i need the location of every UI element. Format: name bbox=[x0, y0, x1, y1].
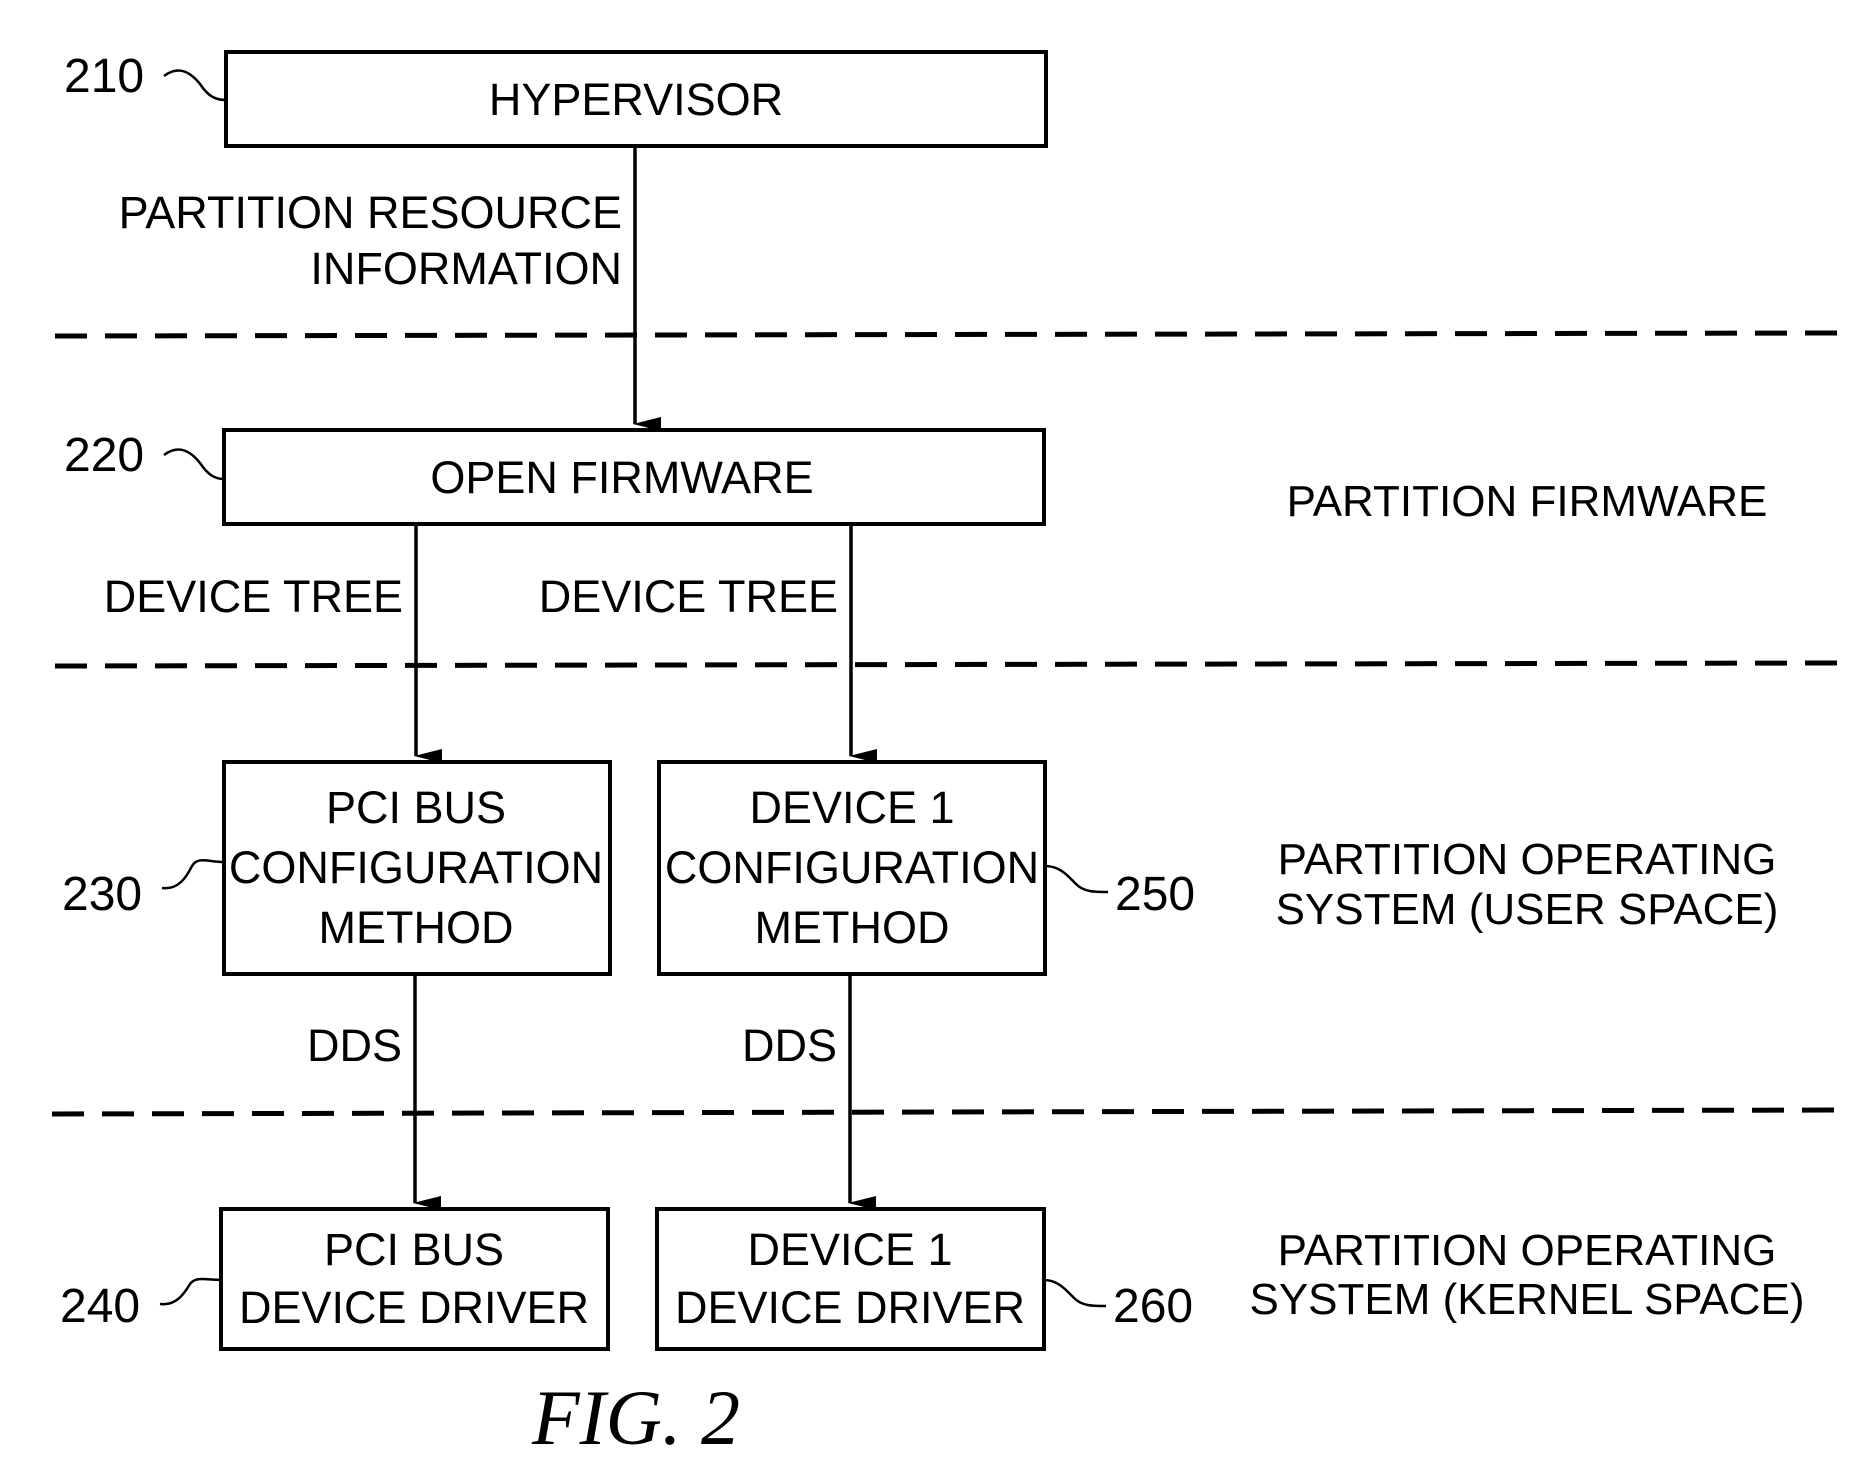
region-label-user-space-line-2: SYSTEM (USER SPACE) bbox=[1276, 885, 1779, 934]
pci-bus-driver-label-line-1: PCI BUS bbox=[324, 1224, 504, 1275]
device1-driver-label-line-2: DEVICE DRIVER bbox=[675, 1282, 1025, 1333]
device1-config-label-line-1: DEVICE 1 bbox=[749, 782, 954, 833]
hypervisor-label: HYPERVISOR bbox=[489, 74, 783, 125]
ref-number: 210 bbox=[64, 50, 144, 103]
region-label-kernel-space-line-2: SYSTEM (KERNEL SPACE) bbox=[1249, 1275, 1804, 1324]
open-firmware-node: OPEN FIRMWARE bbox=[222, 428, 1046, 526]
pci-bus-config-label-line-1: PCI BUS bbox=[326, 782, 506, 833]
ref-number: 250 bbox=[1115, 868, 1195, 921]
hypervisor-node: HYPERVISOR bbox=[224, 50, 1048, 148]
ref-number: 260 bbox=[1113, 1280, 1193, 1333]
edge-label-information: INFORMATION bbox=[310, 243, 622, 294]
ref-230: 230 bbox=[62, 859, 225, 921]
device1-config-label-line-2: CONFIGURATION bbox=[665, 842, 1039, 893]
device1-driver-node: DEVICE 1 DEVICE DRIVER bbox=[655, 1207, 1046, 1351]
ref-210: 210 bbox=[64, 50, 227, 103]
region-divider-2 bbox=[54, 660, 1841, 669]
leader-line bbox=[161, 859, 225, 890]
ref-number: 240 bbox=[60, 1280, 140, 1333]
ref-number: 220 bbox=[64, 429, 144, 482]
pci-bus-config-label-line-2: CONFIGURATION bbox=[229, 842, 603, 893]
edge-label-device-tree-right: DEVICE TREE bbox=[539, 571, 838, 622]
pci-bus-config-label-line-3: METHOD bbox=[319, 902, 514, 953]
open-firmware-label: OPEN FIRMWARE bbox=[430, 452, 813, 503]
region-label-kernel-space-line-1: PARTITION OPERATING bbox=[1278, 1226, 1777, 1275]
leader-line bbox=[163, 448, 225, 481]
ref-250: 250 bbox=[1044, 864, 1195, 921]
edge-label-partition-resource: PARTITION RESOURCE bbox=[119, 187, 622, 238]
region-divider-3 bbox=[51, 1107, 1841, 1117]
figure-caption: FIG. 2 bbox=[531, 1374, 740, 1461]
ref-220: 220 bbox=[64, 429, 225, 482]
diagram-canvas: HYPERVISOR 210 PARTITION RESOURCE INFORM… bbox=[51, 50, 1841, 1461]
device1-driver-label-line-1: DEVICE 1 bbox=[747, 1224, 952, 1275]
device1-config-node: DEVICE 1 CONFIGURATION METHOD bbox=[657, 760, 1047, 976]
region-label-user-space-line-1: PARTITION OPERATING bbox=[1278, 835, 1777, 884]
ref-260: 260 bbox=[1043, 1278, 1193, 1333]
leader-line bbox=[163, 69, 227, 102]
edge-label-device-tree-left: DEVICE TREE bbox=[104, 571, 403, 622]
leader-line bbox=[159, 1277, 222, 1306]
pci-bus-driver-label-line-2: DEVICE DRIVER bbox=[239, 1282, 589, 1333]
ref-number: 230 bbox=[62, 868, 142, 921]
leader-line bbox=[1044, 864, 1109, 894]
ref-240: 240 bbox=[60, 1277, 222, 1333]
pci-bus-driver-node: PCI BUS DEVICE DRIVER bbox=[219, 1207, 610, 1351]
pci-bus-config-node: PCI BUS CONFIGURATION METHOD bbox=[222, 760, 612, 976]
edge-label-dds-left: DDS bbox=[307, 1020, 402, 1071]
device1-config-label-line-3: METHOD bbox=[755, 902, 950, 953]
edge-label-dds-right: DDS bbox=[742, 1020, 837, 1071]
region-label-partition-firmware: PARTITION FIRMWARE bbox=[1287, 477, 1768, 526]
leader-line bbox=[1043, 1278, 1107, 1308]
region-divider-1 bbox=[54, 330, 1841, 339]
